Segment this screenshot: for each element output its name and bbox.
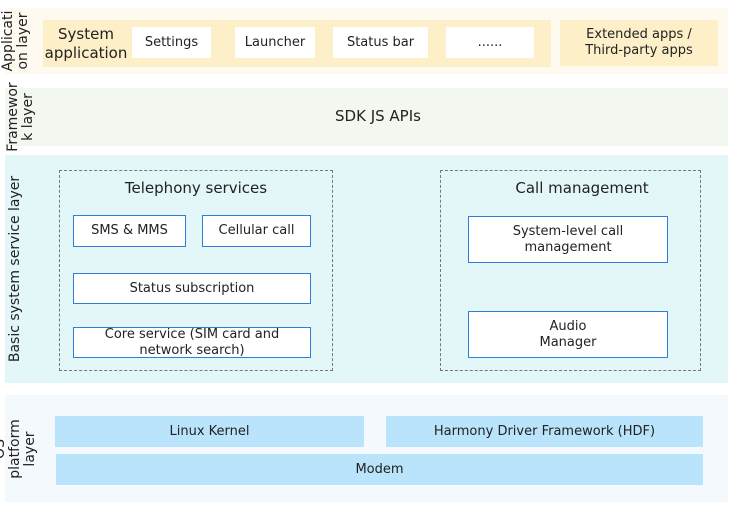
framework-layer-label: Framewor k layer — [5, 82, 36, 152]
modem-box: Modem — [56, 454, 703, 485]
call-management-title: Call management — [515, 179, 649, 197]
audio-manager-box: Audio Manager — [468, 311, 668, 358]
sms-mms-box: SMS & MMS — [73, 215, 186, 247]
telephony-title: Telephony services — [124, 179, 268, 197]
system-call-management-box: System-level call management — [468, 216, 668, 263]
settings-box: Settings — [132, 27, 211, 58]
launcher-box: Launcher — [235, 27, 315, 58]
sdk-js-apis: SDK JS APIs — [335, 107, 421, 125]
status-bar-box: Status bar — [333, 27, 428, 58]
extended-apps-box: Extended apps / Third-party apps — [560, 20, 718, 66]
more-apps-box: ...... — [446, 27, 534, 58]
system-application-label: System application — [44, 25, 128, 62]
core-service-box: Core service (SIM card and network searc… — [73, 327, 311, 358]
hdf-box: Harmony Driver Framework (HDF) — [386, 416, 703, 447]
application-layer-label: Applicati on layer — [0, 10, 31, 72]
linux-kernel-box: Linux Kernel — [55, 416, 364, 447]
os-platform-layer — [5, 395, 728, 502]
cellular-call-box: Cellular call — [202, 215, 311, 247]
basic-layer-label: Basic system service layer — [6, 175, 23, 363]
os-layer-label: OS platform layer — [0, 419, 38, 479]
status-subscription-box: Status subscription — [73, 273, 311, 304]
